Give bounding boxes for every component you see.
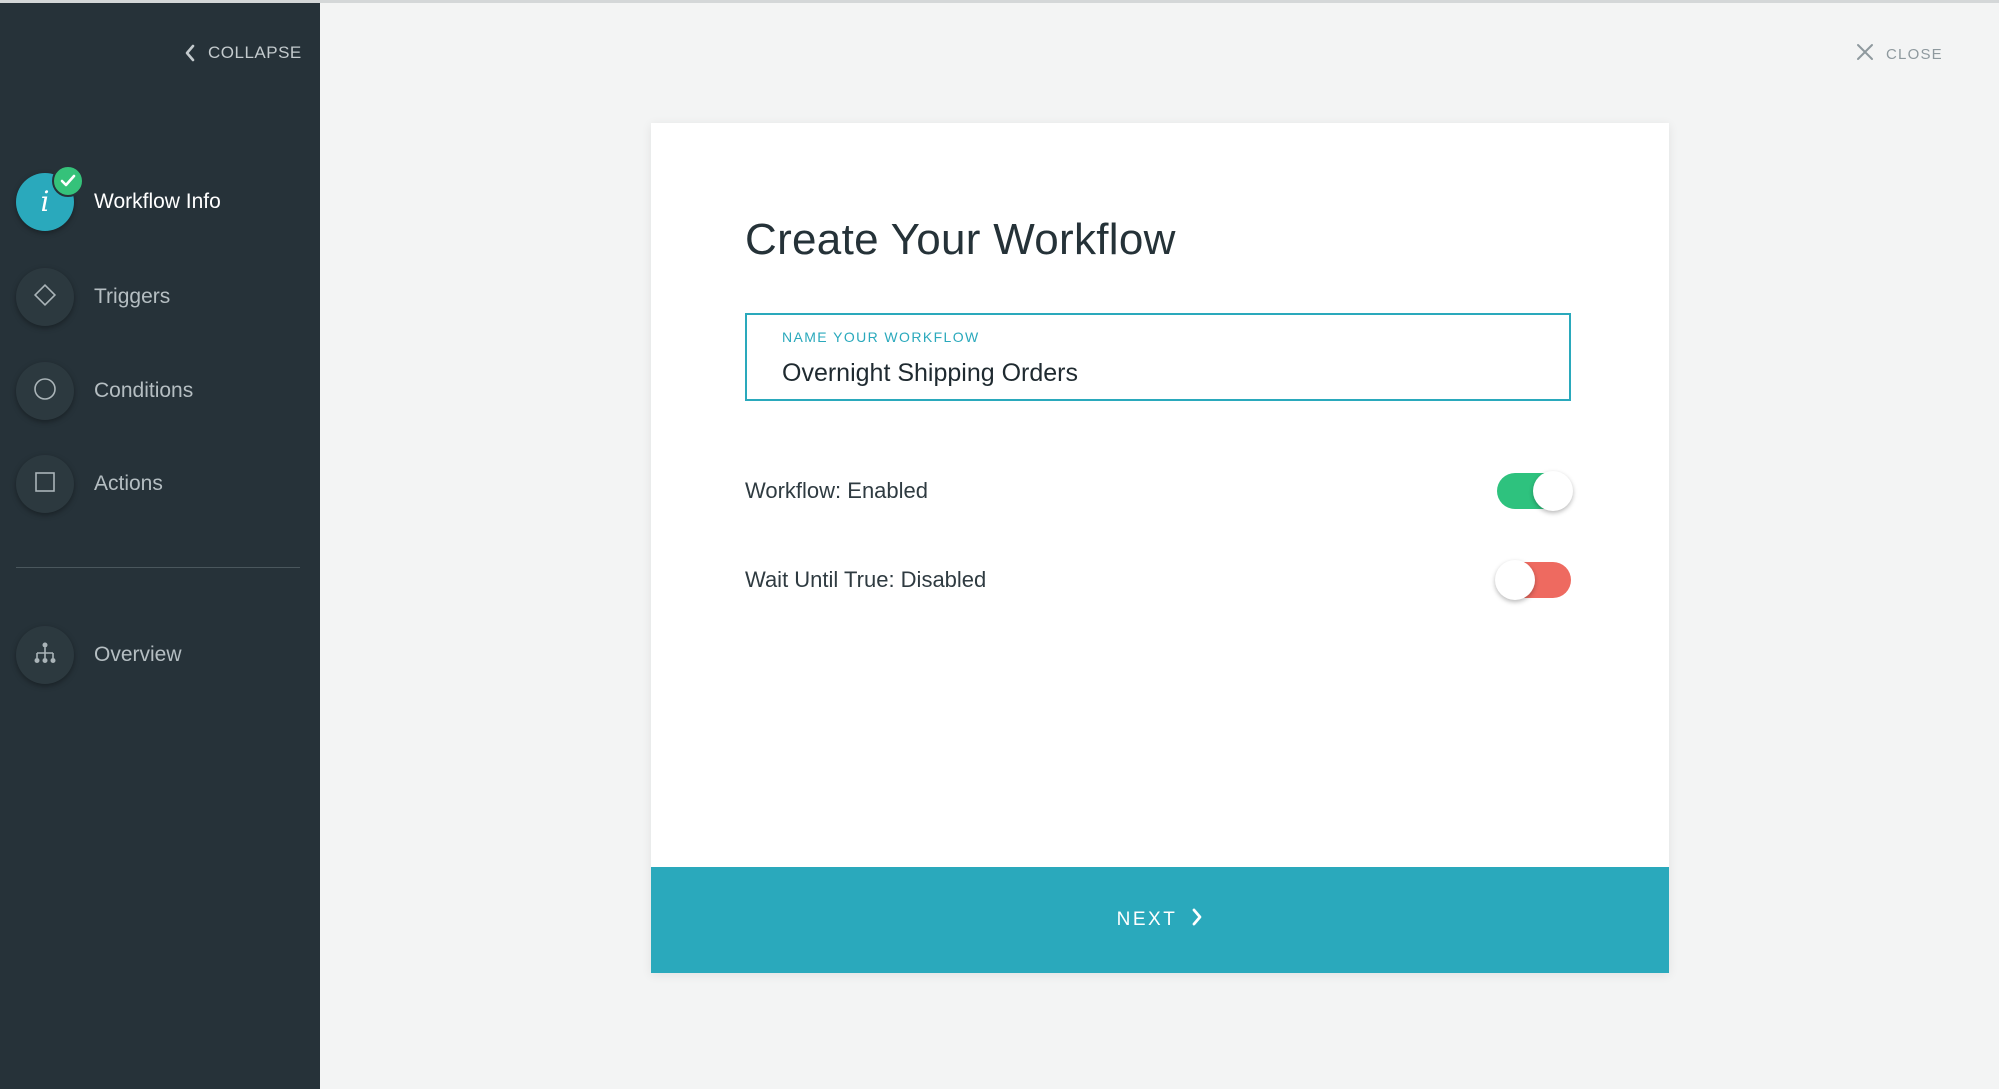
chevron-right-icon bbox=[1191, 908, 1203, 932]
check-icon bbox=[52, 165, 84, 197]
sidebar-item-label: Actions bbox=[94, 472, 163, 495]
step-indicator bbox=[16, 362, 74, 420]
step-indicator: i bbox=[16, 165, 84, 231]
hierarchy-icon bbox=[32, 640, 58, 671]
sidebar-item-triggers[interactable]: Triggers bbox=[16, 268, 170, 326]
next-button[interactable]: NEXT bbox=[651, 867, 1669, 973]
sidebar-item-overview[interactable]: Overview bbox=[16, 626, 182, 684]
collapse-button[interactable]: COLLAPSE bbox=[184, 43, 302, 63]
sidebar-divider bbox=[16, 567, 300, 568]
close-button[interactable]: CLOSE bbox=[1856, 43, 1943, 65]
sidebar-item-conditions[interactable]: Conditions bbox=[16, 362, 193, 420]
circle-icon bbox=[32, 376, 58, 407]
sidebar-item-label: Conditions bbox=[94, 379, 194, 402]
wait-until-true-toggle[interactable] bbox=[1495, 560, 1571, 600]
next-label: NEXT bbox=[1116, 909, 1178, 930]
wait-until-true-row: Wait Until True: Disabled bbox=[745, 560, 1571, 600]
sidebar-item-label: Overview bbox=[94, 643, 182, 666]
workflow-name-input[interactable] bbox=[782, 359, 1542, 388]
diamond-icon bbox=[32, 282, 58, 313]
workflow-card: Create Your Workflow NAME YOUR WORKFLOW … bbox=[651, 123, 1669, 973]
wait-until-true-label: Wait Until True: Disabled bbox=[745, 567, 987, 592]
sidebar-item-label: Triggers bbox=[94, 285, 171, 308]
workflow-name-field[interactable]: NAME YOUR WORKFLOW bbox=[745, 313, 1571, 401]
sidebar-item-actions[interactable]: Actions bbox=[16, 455, 163, 513]
info-icon: i bbox=[40, 185, 50, 218]
collapse-label: COLLAPSE bbox=[208, 43, 302, 62]
chevron-left-icon bbox=[184, 44, 196, 62]
workflow-enabled-toggle[interactable] bbox=[1497, 471, 1573, 511]
step-indicator bbox=[16, 268, 74, 326]
sidebar: COLLAPSE i Workflow Info Triggers Condit… bbox=[0, 3, 320, 1089]
close-icon bbox=[1856, 43, 1874, 65]
workflow-name-label: NAME YOUR WORKFLOW bbox=[782, 329, 980, 345]
toggle-knob bbox=[1533, 471, 1573, 511]
square-icon bbox=[33, 470, 57, 499]
page-title: Create Your Workflow bbox=[745, 215, 1176, 264]
sidebar-item-label: Workflow Info bbox=[94, 190, 221, 213]
step-indicator bbox=[16, 626, 74, 684]
app-window: COLLAPSE i Workflow Info Triggers Condit… bbox=[0, 0, 1999, 1089]
workflow-enabled-label: Workflow: Enabled bbox=[745, 478, 929, 503]
toggle-knob bbox=[1495, 560, 1535, 600]
close-label: CLOSE bbox=[1886, 45, 1943, 63]
sidebar-item-workflow-info[interactable]: i Workflow Info bbox=[16, 165, 221, 231]
step-indicator bbox=[16, 455, 74, 513]
workflow-enabled-row: Workflow: Enabled bbox=[745, 471, 1573, 511]
